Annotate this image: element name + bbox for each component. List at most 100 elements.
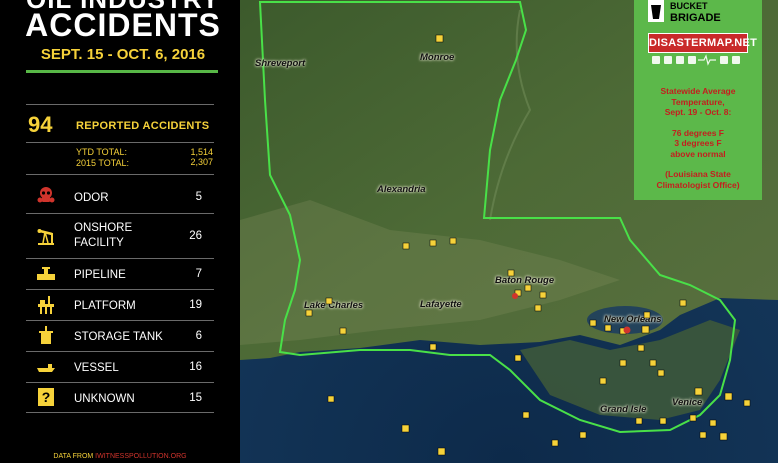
drop-icon xyxy=(652,56,660,64)
reported-count: 94 xyxy=(28,112,53,137)
divider xyxy=(26,289,214,290)
pipeline-marker-icon xyxy=(339,327,347,335)
onshore-facility-marker-icon xyxy=(524,284,532,292)
info-line: Climatologist Office) xyxy=(656,179,740,190)
pulse-icon xyxy=(698,54,716,66)
trash-icon xyxy=(688,56,696,64)
svg-text:BUCKET: BUCKET xyxy=(670,1,708,11)
pipeline-marker-icon xyxy=(643,311,651,319)
divider xyxy=(26,104,214,105)
footer-source-link[interactable]: IWITNESSPOLLUTION.ORG xyxy=(95,453,186,460)
legend-row-unknown: ? UNKNOWN 15 xyxy=(26,386,214,412)
prev-year-label: 2015 TOTAL: xyxy=(76,158,130,168)
onshore-facility-marker-icon xyxy=(429,239,437,247)
unknown-marker-icon xyxy=(694,387,703,396)
platform-marker-icon xyxy=(637,344,645,352)
house-icon xyxy=(720,56,728,64)
divider xyxy=(26,320,214,321)
legend-count: 15 xyxy=(189,392,202,404)
vessel-marker-icon xyxy=(551,439,559,447)
title-line-2: ACCIDENTS xyxy=(25,7,221,43)
onshore-facility-marker-icon xyxy=(589,319,597,327)
pipeline-marker-icon xyxy=(429,343,437,351)
legend-count: 7 xyxy=(195,268,202,280)
unknown-marker-icon xyxy=(724,392,733,401)
prev-year-value: 2,307 xyxy=(190,157,213,167)
info-line: 76 degrees F xyxy=(672,127,724,138)
legend-label: STORAGE TANK xyxy=(74,331,163,343)
title-underline xyxy=(26,70,218,73)
vessel-marker-icon xyxy=(743,399,751,407)
platform-marker-icon xyxy=(657,369,665,377)
legend-label: UNKNOWN xyxy=(74,393,135,405)
platform-icon xyxy=(38,296,54,314)
vessel-marker-icon xyxy=(522,411,530,419)
svg-text:?: ? xyxy=(42,389,51,405)
platform-marker-icon xyxy=(599,377,607,385)
legend-count: 16 xyxy=(189,361,202,373)
platform-marker-icon xyxy=(649,359,657,367)
platform-marker-icon xyxy=(699,431,707,439)
onshore-facility-marker-icon xyxy=(604,324,612,332)
storage-tank-icon xyxy=(39,326,53,344)
question-icon: ? xyxy=(38,388,54,406)
unknown-marker-icon xyxy=(514,354,522,362)
odor-marker-icon xyxy=(623,326,631,334)
divider xyxy=(26,174,214,175)
vessel-icon xyxy=(37,364,55,372)
platform-marker-icon xyxy=(619,359,627,367)
onshore-facility-marker-icon xyxy=(539,291,547,299)
legend-panel: OIL INDUSTRY ACCIDENTS SEPT. 15 - OCT. 6… xyxy=(0,0,240,463)
onshore-facility-marker-icon xyxy=(507,269,515,277)
legend-row-platform: PLATFORM 19 xyxy=(26,293,214,319)
divider xyxy=(26,382,214,383)
divider xyxy=(26,142,214,143)
legend-label: ODOR xyxy=(74,192,109,204)
pipeline-marker-icon xyxy=(305,309,313,317)
ytd-label: YTD TOTAL: xyxy=(76,147,128,157)
divider xyxy=(26,213,214,214)
svg-text:BRIGADE: BRIGADE xyxy=(670,12,721,24)
info-line: above normal xyxy=(670,148,726,159)
info-line: (Louisiana State xyxy=(665,169,731,179)
unknown-marker-icon xyxy=(719,432,728,441)
onshore-facility-marker-icon xyxy=(325,297,333,305)
legend-row-vessel: VESSEL 16 xyxy=(26,355,214,381)
disastermap-link[interactable]: DISASTERMAP.NET xyxy=(648,33,757,53)
legend-row-storage-tank: STORAGE TANK 6 xyxy=(26,324,214,350)
ytd-value: 1,514 xyxy=(190,147,213,157)
onshore-facility-marker-icon xyxy=(449,237,457,245)
vessel-marker-icon xyxy=(689,414,697,422)
reported-label: REPORTED ACCIDENTS xyxy=(76,120,210,132)
pipeline-icon xyxy=(37,267,55,280)
question-icon xyxy=(732,56,740,64)
hand-icon xyxy=(676,56,684,64)
unknown-marker-icon xyxy=(435,34,444,43)
temperature-info: Statewide Average Temperature, Sept. 19 … xyxy=(640,86,756,190)
pumpjack-icon xyxy=(37,229,54,245)
factory-icon xyxy=(664,56,672,64)
date-range: SEPT. 15 - OCT. 6, 2016 xyxy=(40,46,206,63)
legend-label: ONSHORE FACILITY xyxy=(74,222,133,249)
onshore-facility-marker-icon xyxy=(534,304,542,312)
legend-row-pipeline: PIPELINE 7 xyxy=(26,262,214,288)
footer-prefix: DATA FROM xyxy=(53,453,96,460)
data-source-footer: DATA FROM IWITNESSPOLLUTION.ORG xyxy=(0,453,240,460)
unknown-marker-icon xyxy=(437,447,446,456)
divider xyxy=(26,258,214,259)
info-line: Temperature, xyxy=(671,96,725,107)
legend-label: VESSEL xyxy=(74,362,119,374)
platform-marker-icon xyxy=(659,417,667,425)
vessel-marker-icon xyxy=(327,395,335,403)
odor-marker-icon xyxy=(512,293,518,299)
info-line: Statewide Average xyxy=(660,86,736,96)
platform-marker-icon xyxy=(679,299,687,307)
legend-count: 6 xyxy=(195,330,202,342)
vessel-marker-icon xyxy=(579,431,587,439)
platform-marker-icon xyxy=(635,417,643,425)
unknown-marker-icon xyxy=(641,325,650,334)
legend-label: PIPELINE xyxy=(74,269,126,281)
bucket-brigade-logo[interactable]: BUCKET BRIGADE xyxy=(648,0,752,24)
vessel-marker-icon xyxy=(709,419,717,427)
divider xyxy=(26,412,214,413)
